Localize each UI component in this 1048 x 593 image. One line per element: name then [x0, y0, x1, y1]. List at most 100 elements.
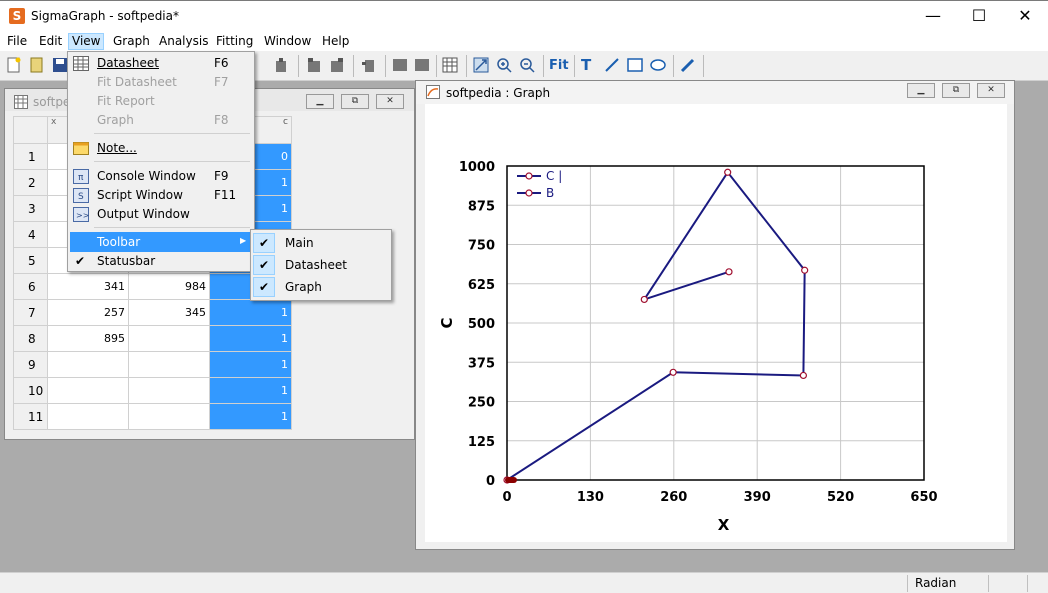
- row-header[interactable]: 5: [13, 247, 48, 274]
- submenu-item-main[interactable]: ✔ Main: [253, 233, 389, 253]
- menu-item-script-window[interactable]: S Script Window F11: [70, 186, 252, 205]
- row-header[interactable]: 8: [13, 325, 48, 352]
- menu-view[interactable]: View: [68, 33, 105, 50]
- save-icon[interactable]: [52, 57, 68, 73]
- menu-item-datasheet[interactable]: Datasheet F6: [70, 54, 252, 73]
- datasheet-close-button[interactable]: ✕: [376, 94, 404, 109]
- cell-x[interactable]: [47, 351, 129, 378]
- graph-window-titlebar[interactable]: softpedia : Graph ▁ ⧉ ✕: [416, 81, 1014, 104]
- submenu-item-main-label: Main: [285, 236, 314, 250]
- zoom-in-icon[interactable]: [496, 57, 512, 73]
- line-tool-icon[interactable]: [604, 57, 620, 73]
- ellipse-tool-icon[interactable]: [650, 57, 666, 73]
- cell-c[interactable]: 1: [209, 299, 292, 326]
- fit-icon[interactable]: Fit: [549, 58, 569, 74]
- row-header[interactable]: 3: [13, 195, 48, 222]
- graph-close-button[interactable]: ✕: [977, 83, 1005, 98]
- table-row: 10 1: [13, 377, 292, 404]
- cell-b[interactable]: [128, 325, 210, 352]
- row-header[interactable]: 2: [13, 169, 48, 196]
- autoscale-icon[interactable]: [473, 57, 489, 73]
- row-header[interactable]: 11: [13, 403, 48, 430]
- row-header[interactable]: 10: [13, 377, 48, 404]
- data-point: [640, 295, 648, 304]
- menu-item-note[interactable]: Note...: [70, 139, 252, 158]
- toolbar-separator: [385, 55, 386, 77]
- menu-item-fit-datasheet-accel: F7: [214, 75, 229, 89]
- cell-c[interactable]: 1: [209, 403, 292, 430]
- cell-x[interactable]: [47, 377, 129, 404]
- cell-x[interactable]: 257: [47, 299, 129, 326]
- toolbar-separator: [703, 55, 704, 77]
- menu-item-output-window[interactable]: >> Output Window: [70, 205, 252, 224]
- menu-item-toolbar[interactable]: Toolbar ▶: [70, 232, 252, 252]
- menu-analysis[interactable]: Analysis: [156, 33, 211, 50]
- submenu-item-datasheet[interactable]: ✔ Datasheet: [253, 255, 389, 275]
- cell-c[interactable]: 1: [209, 377, 292, 404]
- legend-marker: [525, 172, 533, 180]
- toolbar-separator: [543, 55, 544, 77]
- y-axis-label: C: [438, 317, 456, 328]
- graph-canvas[interactable]: 0 130 260 390 520 650 0 125 250 375 500 625 750 875 10…: [425, 104, 1007, 542]
- row-header[interactable]: 6: [13, 273, 48, 300]
- toolbar-separator: [574, 55, 575, 77]
- menu-item-console-window[interactable]: π Console Window F9: [70, 167, 252, 186]
- zoom-out-icon[interactable]: [519, 57, 535, 73]
- menu-item-fit-report-label: Fit Report: [97, 94, 155, 108]
- angle-mode-indicator: Radian: [907, 575, 989, 592]
- row2-icon[interactable]: [414, 57, 430, 73]
- chart[interactable]: 0 130 260 390 520 650 0 125 250 375 500 625 750 875 10…: [425, 104, 1007, 542]
- graph-minimize-button[interactable]: ▁: [907, 83, 935, 98]
- pen-tool-icon[interactable]: [680, 57, 696, 73]
- cell-b[interactable]: 345: [128, 299, 210, 326]
- cell-c[interactable]: 1: [209, 325, 292, 352]
- column-icon[interactable]: [273, 57, 289, 73]
- graph-window[interactable]: softpedia : Graph ▁ ⧉ ✕ 0 130 260 390 520 650…: [415, 80, 1015, 550]
- append-column-icon[interactable]: [329, 57, 345, 73]
- datasheet-icon[interactable]: [442, 57, 458, 73]
- open-icon[interactable]: [29, 57, 45, 73]
- cell-b[interactable]: [128, 351, 210, 378]
- delete-column-icon[interactable]: [361, 57, 377, 73]
- datasheet-minimize-button[interactable]: ▁: [306, 94, 334, 109]
- text-tool-icon[interactable]: T: [581, 56, 597, 74]
- minimize-button[interactable]: —: [910, 1, 956, 31]
- cell-x[interactable]: 895: [47, 325, 129, 352]
- datasheet-restore-button[interactable]: ⧉: [341, 94, 369, 109]
- menu-graph[interactable]: Graph: [110, 33, 153, 50]
- close-button[interactable]: ✕: [1002, 1, 1048, 31]
- menu-item-statusbar-label: Statusbar: [97, 254, 156, 268]
- submenu-item-graph[interactable]: ✔ Graph: [253, 277, 389, 297]
- menu-item-fit-datasheet[interactable]: Fit Datasheet F7: [70, 73, 252, 92]
- cell-x[interactable]: [47, 403, 129, 430]
- new-icon[interactable]: [6, 57, 22, 73]
- menu-edit[interactable]: Edit: [36, 33, 65, 50]
- cell-c[interactable]: 1: [209, 351, 292, 378]
- status-panel: [990, 575, 1028, 592]
- menu-item-fit-report[interactable]: Fit Report: [70, 92, 252, 111]
- row-header[interactable]: 9: [13, 351, 48, 378]
- toolbar-separator: [298, 55, 299, 77]
- check-icon: ✔: [75, 254, 86, 268]
- cell-b[interactable]: [128, 377, 210, 404]
- cell-x[interactable]: 341: [47, 273, 129, 300]
- x-axis-label: X: [718, 516, 730, 534]
- menu-separator: [94, 227, 250, 228]
- menu-window[interactable]: Window: [261, 33, 314, 50]
- menu-item-graph[interactable]: Graph F8: [70, 111, 252, 130]
- row-header[interactable]: 7: [13, 299, 48, 326]
- menu-file[interactable]: File: [4, 33, 30, 50]
- maximize-button[interactable]: ☐: [956, 1, 1002, 31]
- cell-b[interactable]: 984: [128, 273, 210, 300]
- row-header[interactable]: 4: [13, 221, 48, 248]
- menu-item-statusbar[interactable]: ✔ Statusbar: [70, 252, 252, 271]
- row-header[interactable]: 1: [13, 143, 48, 170]
- insert-column-icon[interactable]: [306, 57, 322, 73]
- rectangle-tool-icon[interactable]: [627, 57, 643, 73]
- row-icon[interactable]: [392, 57, 408, 73]
- y-tick-label: 0: [486, 474, 495, 489]
- menu-fitting[interactable]: Fitting: [213, 33, 256, 50]
- graph-restore-button[interactable]: ⧉: [942, 83, 970, 98]
- menu-help[interactable]: Help: [319, 33, 352, 50]
- cell-b[interactable]: [128, 403, 210, 430]
